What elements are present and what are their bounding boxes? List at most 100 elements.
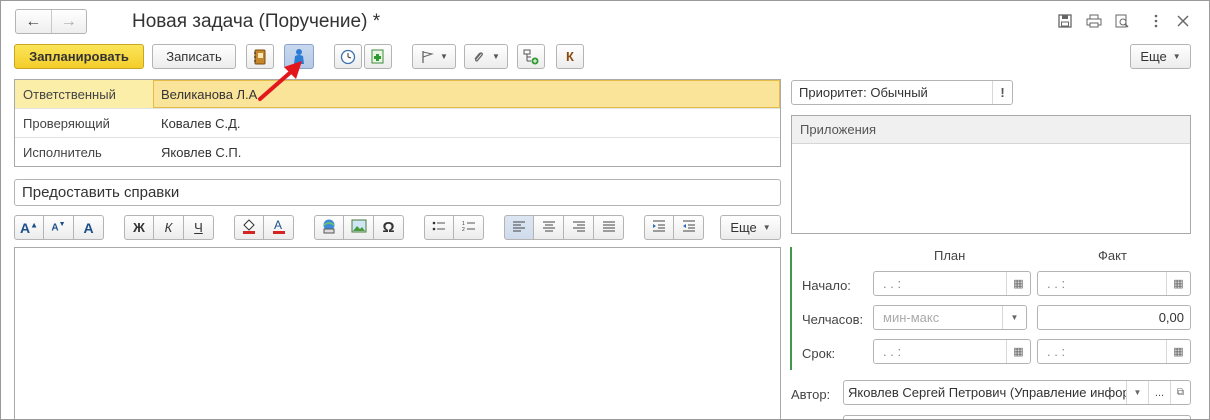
fill-color-button[interactable] <box>234 215 264 240</box>
indent-increase-icon <box>652 220 666 235</box>
deadline-fact-field[interactable]: . . : ▦ <box>1037 339 1191 364</box>
format-more-button[interactable]: Еще ▼ <box>720 215 781 240</box>
more-vertical-icon[interactable] <box>1146 11 1166 31</box>
text-color-button[interactable]: A <box>263 215 294 240</box>
k-button[interactable]: К <box>556 44 584 69</box>
align-justify-icon <box>602 220 616 235</box>
globe-link-icon <box>321 218 337 237</box>
attachments-panel[interactable]: Приложения <box>791 115 1191 234</box>
chevron-down-icon: ▼ <box>762 223 771 232</box>
align-right-button[interactable] <box>563 215 594 240</box>
priority-value: Приоритет: Обычный <box>799 85 928 100</box>
bullet-list-button[interactable] <box>424 215 454 240</box>
font-decrease-icon: A▼ <box>51 221 66 234</box>
schedule-marker <box>790 247 792 370</box>
reminder-button[interactable] <box>334 44 362 69</box>
align-right-icon <box>572 220 586 235</box>
annotation-arrow-icon <box>258 61 302 101</box>
participant-value[interactable]: Яковлев С.П. <box>153 145 241 160</box>
align-left-icon <box>512 220 526 235</box>
participant-row-executor[interactable]: Исполнитель Яковлев С.П. <box>15 138 780 167</box>
flag-icon <box>420 50 434 64</box>
insert-image-button[interactable] <box>343 215 374 240</box>
date-mask: . . : <box>1047 276 1066 291</box>
indent-increase-button[interactable] <box>644 215 674 240</box>
font-increase-button[interactable]: A▲ <box>14 215 44 240</box>
extra-field[interactable] <box>843 415 1191 419</box>
save-disk-icon[interactable] <box>1055 11 1075 31</box>
numbered-list-button[interactable]: 12 <box>453 215 484 240</box>
add-subtask-button[interactable] <box>364 44 392 69</box>
open-icon[interactable]: ⧉ <box>1170 381 1190 404</box>
align-left-button[interactable] <box>504 215 534 240</box>
insert-link-button[interactable] <box>314 215 344 240</box>
deadline-plan-field[interactable]: . . : ▦ <box>873 339 1031 364</box>
participant-row-responsible[interactable]: Ответственный Великанова Л.А. <box>15 80 780 109</box>
calendar-icon[interactable]: ▦ <box>1166 272 1190 295</box>
chevron-down-icon[interactable]: ▼ <box>1126 381 1148 404</box>
align-justify-button[interactable] <box>593 215 624 240</box>
back-arrow-icon[interactable]: ← <box>16 10 51 33</box>
tree-add-icon <box>523 49 539 65</box>
hours-fact-field[interactable]: 0,00 <box>1037 305 1191 330</box>
author-field[interactable]: Яковлев Сергей Петрович (Управление инфо… <box>843 380 1191 405</box>
save-button[interactable]: Записать <box>152 44 236 69</box>
date-mask: . . : <box>883 276 902 291</box>
date-mask: . . : <box>1047 344 1066 359</box>
more-button[interactable]: Еще ▼ <box>1130 44 1191 69</box>
align-center-button[interactable] <box>533 215 564 240</box>
chevron-down-icon: ▼ <box>492 52 500 61</box>
nav-buttons: ← → <box>15 9 87 34</box>
window-title: Новая задача (Поручение) * <box>132 11 381 32</box>
structure-button[interactable] <box>517 44 545 69</box>
start-label: Начало: <box>802 278 851 293</box>
participant-row-reviewer[interactable]: Проверяющий Ковалев С.Д. <box>15 109 780 138</box>
indent-decrease-button[interactable] <box>673 215 704 240</box>
attachments-header: Приложения <box>792 116 1190 144</box>
calendar-icon[interactable]: ▦ <box>1166 340 1190 363</box>
calendar-icon[interactable]: ▦ <box>1006 272 1030 295</box>
calendar-icon[interactable]: ▦ <box>1006 340 1030 363</box>
priority-field[interactable]: Приоритет: Обычный ! <box>791 80 1013 105</box>
flag-button[interactable]: ▼ <box>412 44 456 69</box>
hours-plan-field[interactable]: мин-макс ▼ <box>873 305 1027 330</box>
participant-value[interactable]: Ковалев С.Д. <box>153 116 241 131</box>
font-increase-icon: A▲ <box>19 219 39 236</box>
description-editor[interactable] <box>14 247 781 419</box>
chevron-down-icon: ▼ <box>1172 52 1181 61</box>
add-document-icon <box>370 49 386 65</box>
italic-button[interactable]: К <box>153 215 184 240</box>
deadline-label: Срок: <box>802 346 836 361</box>
forward-arrow-icon[interactable]: → <box>50 10 87 33</box>
print-icon[interactable] <box>1084 11 1104 31</box>
subject-field[interactable]: Предоставить справки <box>14 179 781 206</box>
underline-button[interactable]: Ч <box>183 215 214 240</box>
fact-header: Факт <box>1098 248 1127 263</box>
bold-button[interactable]: Ж <box>124 215 154 240</box>
clock-icon <box>340 49 356 65</box>
preview-icon[interactable] <box>1112 11 1132 31</box>
bullet-list-icon <box>432 220 446 235</box>
participant-label: Проверяющий <box>23 115 110 131</box>
close-icon[interactable] <box>1173 11 1193 31</box>
more-label: Еще <box>1140 49 1167 64</box>
select-ellipsis-button[interactable]: ... <box>1148 381 1170 404</box>
special-char-button[interactable]: Ω <box>373 215 404 240</box>
participant-label: Исполнитель <box>23 145 102 160</box>
font-style-button[interactable]: A <box>73 215 104 240</box>
author-value: Яковлев Сергей Петрович (Управление инфо… <box>848 385 1126 400</box>
start-plan-field[interactable]: . . : ▦ <box>873 271 1031 296</box>
priority-mark-icon[interactable]: ! <box>992 81 1012 104</box>
plan-button[interactable]: Запланировать <box>14 44 144 69</box>
hours-placeholder: мин-макс <box>883 310 940 325</box>
chevron-down-icon[interactable]: ▼ <box>1002 306 1026 329</box>
participant-value[interactable]: Великанова Л.А. <box>153 80 780 108</box>
paperclip-icon <box>472 50 486 64</box>
font-decrease-button[interactable]: A▼ <box>43 215 74 240</box>
start-fact-field[interactable]: . . : ▦ <box>1037 271 1191 296</box>
hours-label: Челчасов: <box>802 312 864 327</box>
paint-bucket-icon <box>241 218 257 237</box>
attach-button[interactable]: ▼ <box>464 44 508 69</box>
format-more-label: Еще <box>730 220 757 235</box>
svg-text:2: 2 <box>462 227 465 232</box>
